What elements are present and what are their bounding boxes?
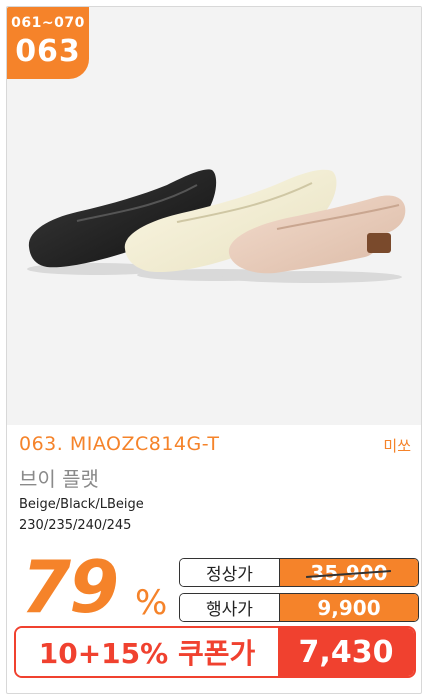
event-price-value: 9,900	[280, 594, 418, 621]
product-card[interactable]: 061~070 063 063. MIAOZC814G-T 미쏘 브이 플랫 B…	[6, 6, 422, 694]
regular-price-row: 정상가 35,900	[179, 558, 419, 587]
event-price-row: 행사가 9,900	[179, 593, 419, 622]
product-name[interactable]: 브이 플랫	[19, 463, 99, 492]
product-sizes: 230/235/240/245	[19, 518, 132, 533]
discount-value: 79	[21, 545, 119, 629]
event-price-label: 행사가	[180, 594, 280, 621]
ranking-badge: 061~070 063	[7, 7, 89, 79]
badge-number: 063	[15, 34, 81, 69]
regular-price-value: 35,900	[310, 560, 388, 585]
coupon-price-label: 10+15% 쿠폰가	[16, 628, 278, 676]
discount-unit: %	[135, 583, 168, 623]
regular-price-cell: 35,900	[280, 559, 418, 586]
brand-name[interactable]: 미쏘	[383, 435, 411, 456]
coupon-price-box[interactable]: 10+15% 쿠폰가 7,430	[14, 626, 416, 678]
product-code[interactable]: 063. MIAOZC814G-T	[19, 433, 219, 455]
product-colors: Beige/Black/LBeige	[19, 497, 144, 512]
badge-range: 061~070	[11, 15, 85, 31]
discount-rate: 79 %	[21, 545, 181, 629]
product-title-row: 063. MIAOZC814G-T 미쏘	[19, 433, 415, 457]
regular-price-label: 정상가	[180, 559, 280, 586]
coupon-price-value: 7,430	[278, 628, 414, 676]
